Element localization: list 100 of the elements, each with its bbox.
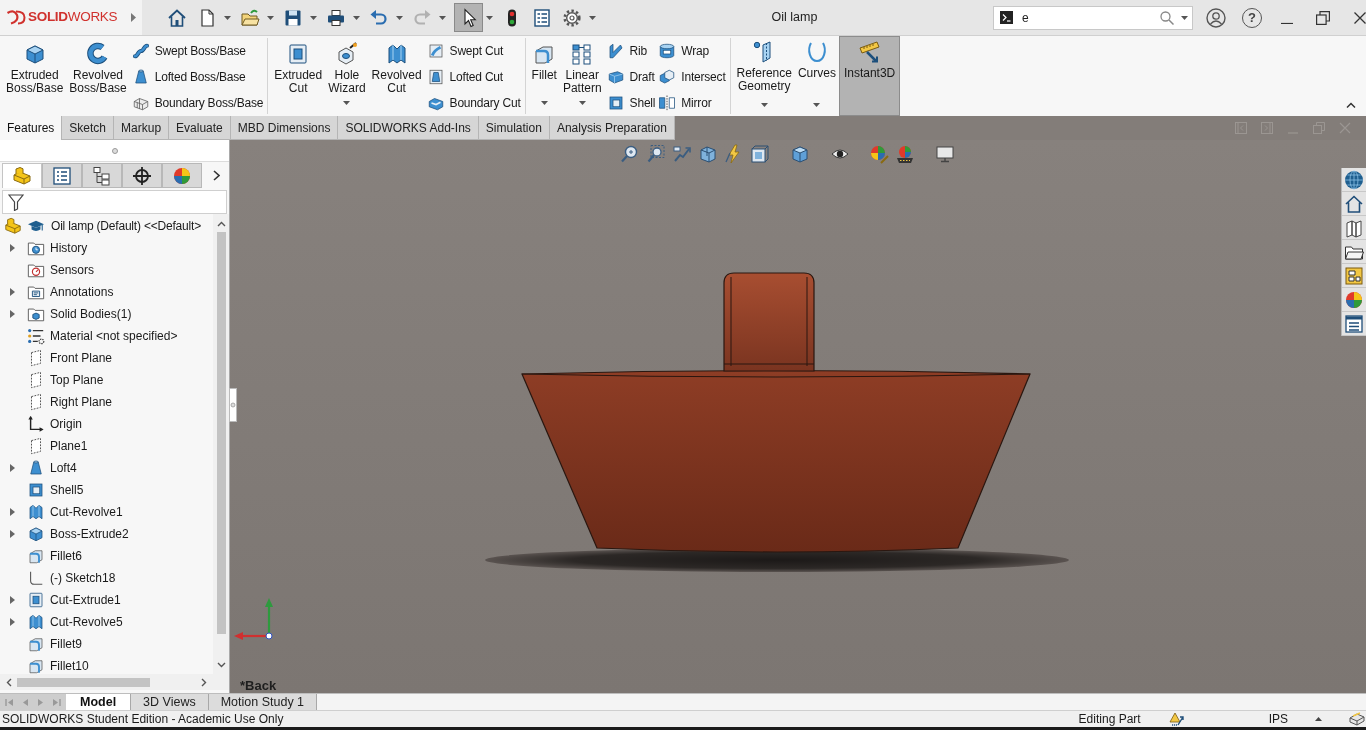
ribbon-button[interactable]: Reference Geometry [733,36,795,116]
tree-item[interactable]: Shell5 [50,481,84,499]
scroll-up-icon[interactable] [216,221,226,227]
tree-item[interactable]: Cut-Revolve1 [50,503,123,521]
tree-item[interactable]: Loft4 [50,459,77,477]
zigzag-arrow-icon[interactable] [672,144,692,164]
caret-icon[interactable] [589,15,596,20]
ribbon-button[interactable]: Linear Pattern [559,38,605,114]
scroll-down-icon[interactable] [216,662,226,668]
caret-up-icon[interactable] [1315,717,1322,721]
filter-field[interactable] [2,190,227,214]
tree-item[interactable]: Annotations [50,283,114,301]
ribbon-button[interactable]: Extruded Cut [271,38,326,114]
warning-arrow-icon[interactable] [1168,712,1185,726]
folded-panels-icon[interactable] [1344,217,1364,238]
chevron-right-icon[interactable] [213,170,220,181]
expand-arrow-icon[interactable] [9,288,15,296]
caret-icon[interactable] [310,15,317,20]
restore-icon[interactable] [1316,10,1330,25]
expand-arrow-icon[interactable] [9,618,15,626]
ribbon-button[interactable]: Lofted Boss/Base [130,64,265,90]
caret-icon[interactable] [1181,15,1188,20]
framed-square-icon[interactable] [750,144,770,164]
caret-icon[interactable] [578,101,586,105]
ribbon-button[interactable]: Revolved Boss/Base [66,38,130,114]
ribbon-button[interactable]: Boundary Boss/Base [130,90,265,116]
tree-item[interactable]: Right Plane [50,393,113,411]
expand-arrow-icon[interactable] [9,310,15,318]
ribbon-button[interactable]: Draft [605,64,657,90]
scroll-left-icon[interactable] [6,677,12,687]
ribbon-button[interactable]: Swept Boss/Base [130,38,265,64]
ribbon-button[interactable]: Rib [605,38,657,64]
ribbon-tab[interactable]: Sketch [62,116,115,140]
ribbon-button[interactable]: Swept Cut [425,38,522,64]
shaded-cube-icon[interactable] [790,144,810,164]
ribbon-button[interactable]: Mirror [657,90,727,116]
caret-icon[interactable] [353,15,360,20]
panel-tab[interactable] [82,163,122,188]
ribbon-button[interactable]: Shell [605,90,657,116]
caret-icon[interactable] [396,15,403,20]
home-icon[interactable] [1344,193,1364,214]
color-sphere-icon[interactable] [1344,289,1364,310]
expand-arrow-icon[interactable] [9,596,15,604]
ribbon-button[interactable]: Extruded Boss/Base [3,38,67,114]
ribbon-button[interactable]: Revolved Cut [368,38,425,114]
ribbon-button[interactable]: Lofted Cut [425,64,522,90]
scroll-right-icon[interactable] [201,677,207,687]
ribbon-button[interactable]: Instant3D [838,36,901,116]
ribbon-button[interactable]: Hole Wizard [325,38,369,114]
tree-item[interactable]: Boss-Extrude2 [50,525,129,543]
caret-icon[interactable] [760,103,768,107]
ribbon-tab[interactable]: SOLIDWORKS Add-Ins [338,116,479,140]
caret-icon[interactable] [267,15,274,20]
scene-sphere-icon[interactable] [895,144,915,164]
triangle-arrow-icon[interactable] [131,13,136,22]
caret-icon[interactable] [486,15,493,20]
ribbon-button[interactable]: Wrap [657,38,727,64]
tree-item[interactable]: Cut-Revolve5 [50,613,123,631]
zoom-area-icon[interactable] [646,144,666,164]
units-button[interactable]: IPS [1268,710,1288,728]
tree-item[interactable]: Material <not specified> [50,327,178,345]
tree-item[interactable]: Fillet6 [50,547,82,565]
tree-item[interactable]: Top Plane [50,371,104,389]
palette-icon[interactable] [1344,265,1364,286]
ribbon-tab[interactable]: Analysis Preparation [549,116,675,140]
scroll-thumb[interactable] [216,232,226,634]
collapse-ribbon-icon[interactable] [1346,102,1356,108]
globe-icon[interactable] [1344,169,1364,190]
ribbon-tab[interactable]: Evaluate [169,116,231,140]
ribbon-tab[interactable]: MBD Dimensions [230,116,339,140]
ribbon-tab[interactable]: Features [0,116,63,140]
close-icon[interactable] [1354,11,1366,24]
tree-item[interactable]: Plane1 [50,437,88,455]
document-tab[interactable]: 3D Views [131,694,209,710]
panel-collapse-handle[interactable] [229,388,237,422]
color-sphere-icon[interactable] [869,144,889,164]
tree-item[interactable]: History [50,239,88,257]
search-icon[interactable] [1160,10,1174,25]
tree-item[interactable]: Front Plane [50,349,113,367]
scroll-thumb[interactable] [17,677,150,687]
zoom-fit-icon[interactable] [620,144,640,164]
tree-item[interactable]: Sensors [50,261,95,279]
ribbon-tab[interactable]: Markup [114,116,170,140]
ribbon-button[interactable]: Fillet [528,38,560,114]
tree-item[interactable]: (-) Sketch18 [50,569,116,587]
tree-item[interactable]: Origin [50,415,82,433]
tree-item[interactable]: Cut-Extrude1 [50,591,121,609]
monitor-icon[interactable] [935,144,955,164]
search-field[interactable]: e [993,5,1193,30]
expand-arrow-icon[interactable] [9,244,15,252]
window-list-icon[interactable] [1344,313,1364,334]
document-tab[interactable]: Model [66,694,132,710]
tree-item[interactable]: Fillet10 [50,657,89,674]
caret-icon[interactable] [224,15,231,20]
user-icon[interactable] [1206,7,1226,28]
ribbon-button[interactable]: Curves [794,36,839,116]
tree-item[interactable]: Solid Bodies(1) [50,305,132,323]
expand-arrow-icon[interactable] [9,508,15,516]
expand-arrow-icon[interactable] [9,464,15,472]
ribbon-button[interactable]: Intersect [657,64,727,90]
